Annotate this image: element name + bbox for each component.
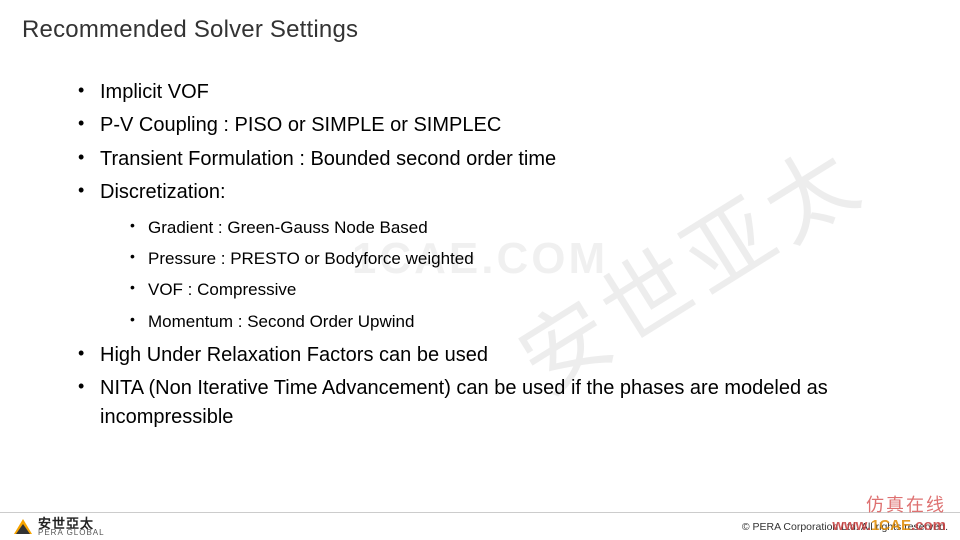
- slide-title: Recommended Solver Settings: [22, 16, 930, 44]
- bullet-item: High Under Relaxation Factors can be use…: [78, 341, 930, 369]
- sub-bullet-list: Gradient : Green-Gauss Node Based Pressu…: [100, 215, 930, 335]
- bullet-item: NITA (Non Iterative Time Advancement) ca…: [78, 374, 930, 431]
- bullet-item: Discretization: Gradient : Green-Gauss N…: [78, 178, 930, 335]
- bullet-item: Implicit VOF: [78, 78, 930, 106]
- bullet-list: Implicit VOF P-V Coupling : PISO or SIMP…: [78, 78, 930, 431]
- sub-bullet-item: Momentum : Second Order Upwind: [130, 309, 930, 335]
- content-area: Implicit VOF P-V Coupling : PISO or SIMP…: [22, 78, 930, 431]
- bullet-item: P-V Coupling : PISO or SIMPLE or SIMPLEC: [78, 111, 930, 139]
- bullet-label: Discretization:: [100, 181, 226, 203]
- slide: 1CAE.COM 安世亚太 Recommended Solver Setting…: [0, 0, 960, 540]
- bullet-item: Transient Formulation : Bounded second o…: [78, 145, 930, 173]
- logo-icon: [14, 519, 32, 534]
- sub-bullet-item: VOF : Compressive: [130, 277, 930, 303]
- sub-bullet-item: Gradient : Green-Gauss Node Based: [130, 215, 930, 241]
- logo: 安世亞太 PERA GLOBAL: [14, 517, 105, 537]
- sub-bullet-item: Pressure : PRESTO or Bodyforce weighted: [130, 246, 930, 272]
- logo-text: 安世亞太 PERA GLOBAL: [38, 517, 105, 537]
- logo-text-en: PERA GLOBAL: [38, 529, 105, 537]
- copyright: © PERA Corporation Ltd. All rights reser…: [742, 521, 948, 533]
- footer: 安世亞太 PERA GLOBAL © PERA Corporation Ltd.…: [0, 512, 960, 540]
